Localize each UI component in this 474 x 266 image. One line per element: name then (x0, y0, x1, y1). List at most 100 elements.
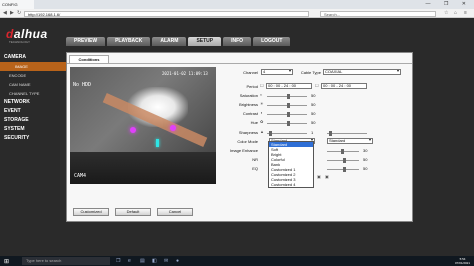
nr-label: NR (252, 157, 258, 162)
mail-icon[interactable]: ✉ (164, 258, 168, 264)
period-checkbox-2[interactable]: ☐ (315, 83, 319, 88)
sharpness-slider-2[interactable] (327, 131, 367, 136)
nav-info[interactable]: INFO (223, 37, 252, 46)
sharpness-thumb-2[interactable] (329, 131, 332, 136)
camera-preview: No HDD 2021-01-02 11:09:13 CAM4 (70, 67, 216, 184)
sidebar-item-system[interactable]: SYSTEM (0, 125, 66, 134)
saturation-label: Saturation (239, 93, 258, 98)
nr-slider[interactable] (327, 158, 359, 163)
default-button[interactable]: Default (115, 208, 151, 216)
browser-tab[interactable]: CONFIG (0, 0, 34, 9)
saturation-slider[interactable] (267, 94, 307, 99)
nav-logout[interactable]: LOGOUT (253, 37, 291, 46)
setup-sidebar: CAMERA IMAGE ENCODE CAM NAME CHANNEL TYP… (0, 53, 66, 256)
task-view-icon[interactable]: ❐ (116, 258, 120, 264)
logo-tagline: TECHNOLOGY (9, 40, 31, 44)
browser-tab-title: CONFIG (2, 2, 18, 7)
contrast-value: 50 (311, 111, 316, 116)
windows-start-icon[interactable]: ⊞ (4, 258, 9, 265)
browser-search-field[interactable]: Search... (320, 11, 436, 17)
nr-thumb[interactable] (343, 158, 346, 163)
back-icon[interactable]: ◀ (3, 10, 7, 16)
nav-setup[interactable]: SETUP (188, 37, 222, 46)
eq-thumb[interactable] (343, 167, 346, 172)
image-settings-panel: Conditions No HDD 2021-01-02 11:09:13 CA… (66, 52, 413, 222)
store-icon[interactable]: ◧ (152, 258, 157, 264)
taskbar-clock[interactable]: 5:54 07/01/2021 (455, 257, 470, 265)
image-enhance-thumb[interactable] (341, 149, 344, 154)
color-mode-select-2[interactable]: Standard (327, 138, 373, 144)
dropdown-option[interactable]: Customized 4 (269, 182, 313, 187)
image-enhance-slider[interactable] (327, 149, 359, 154)
period-time-1[interactable]: 00 : 00 - 24 : 00 (266, 83, 312, 89)
saturation-value: 50 (311, 93, 316, 98)
period-time-2[interactable]: 00 : 00 - 24 : 00 (321, 83, 367, 89)
cancel-button[interactable]: Cancel (157, 208, 193, 216)
address-bar-row: ◀ ▶ ↻ http://192.168.1.6/ Search... ☆ ⌂ … (0, 9, 474, 18)
sidebar-item-event[interactable]: EVENT (0, 107, 66, 116)
preview-lamp (156, 139, 159, 147)
menu-icon[interactable]: ≡ (464, 10, 467, 16)
tab-conditions[interactable]: Conditions (69, 55, 109, 63)
customized-button[interactable]: Customized (73, 208, 109, 216)
image-enhance-value: 30 (363, 148, 368, 153)
contrast-thumb[interactable] (287, 112, 290, 117)
sharpness-label: Sharpness (238, 130, 258, 135)
forward-icon[interactable]: ▶ (10, 10, 14, 16)
hue-slider[interactable] (267, 121, 307, 126)
eq-value: 50 (363, 166, 368, 171)
main-nav: PREVIEW PLAYBACK ALARM SETUP INFO LOGOUT (66, 37, 291, 46)
saturation-thumb[interactable] (287, 94, 290, 99)
brightness-thumb[interactable] (287, 103, 290, 108)
dvr-web-page: dalhua TECHNOLOGY PREVIEW PLAYBACK ALARM… (0, 18, 474, 256)
url-field[interactable]: http://192.168.1.6/ (24, 11, 309, 17)
eq-option-icon[interactable]: ▣ (325, 174, 329, 179)
color-mode-label: Color Mode (237, 139, 258, 144)
browser-tab-strip: CONFIG — ❐ ✕ (0, 0, 474, 9)
period-label: Period (246, 84, 258, 89)
contrast-icon: ◑ (260, 110, 263, 115)
color-mode-dropdown-list: Standard Soft Bright Colorful Bank Custo… (268, 141, 314, 188)
dahua-logo: dalhua (6, 27, 48, 41)
hue-thumb[interactable] (287, 121, 290, 126)
window-controls[interactable]: — ❐ ✕ (426, 1, 472, 7)
image-enhance-label: Image Enhance (229, 148, 258, 153)
sidebar-item-camera[interactable]: CAMERA (0, 53, 66, 62)
sidebar-item-security[interactable]: SECURITY (0, 134, 66, 143)
folder-icon[interactable]: ▤ (140, 258, 145, 264)
brightness-slider[interactable] (267, 103, 307, 108)
eq-option-icon[interactable]: ▣ (317, 174, 321, 179)
sidebar-item-encode[interactable]: ENCODE (0, 71, 66, 80)
sidebar-item-channel-type[interactable]: CHANNEL TYPE (0, 89, 66, 98)
cable-type-select[interactable]: COAXIAL (323, 69, 401, 75)
saturation-icon: ◐ (260, 92, 263, 97)
sharpness-slider[interactable] (267, 131, 307, 136)
taskbar-search[interactable]: Type here to search (22, 257, 110, 265)
sidebar-item-image[interactable]: IMAGE (0, 62, 66, 71)
brightness-label: Brightness (239, 102, 258, 107)
period-checkbox-1[interactable]: ☐ (260, 83, 264, 88)
sidebar-item-network[interactable]: NETWORK (0, 98, 66, 107)
star-icon[interactable]: ☆ (444, 10, 448, 16)
hue-value: 50 (311, 120, 316, 125)
nr-value: 50 (363, 157, 368, 162)
firefox-icon[interactable]: ● (176, 258, 179, 264)
sidebar-item-storage[interactable]: STORAGE (0, 116, 66, 125)
eq-slider[interactable] (327, 167, 359, 172)
home-icon[interactable]: ⌂ (454, 10, 457, 16)
clock-date: 07/01/2021 (454, 261, 470, 265)
edge-icon[interactable]: e (128, 258, 131, 264)
nav-alarm[interactable]: ALARM (152, 37, 187, 46)
nav-playback[interactable]: PLAYBACK (107, 37, 151, 46)
refresh-icon[interactable]: ↻ (17, 10, 21, 16)
preview-lamp (170, 125, 176, 131)
osd-no-hdd: No HDD (73, 82, 92, 88)
nav-preview[interactable]: PREVIEW (66, 37, 106, 46)
hue-icon: ✿ (260, 119, 264, 124)
preview-lamp (130, 127, 136, 133)
sharpness-value: 1 (311, 130, 314, 135)
sidebar-item-cam-name[interactable]: CAM NAME (0, 80, 66, 89)
osd-camera-name: CAM4 (74, 173, 87, 179)
contrast-slider[interactable] (267, 112, 307, 117)
sharpness-thumb[interactable] (269, 131, 272, 136)
